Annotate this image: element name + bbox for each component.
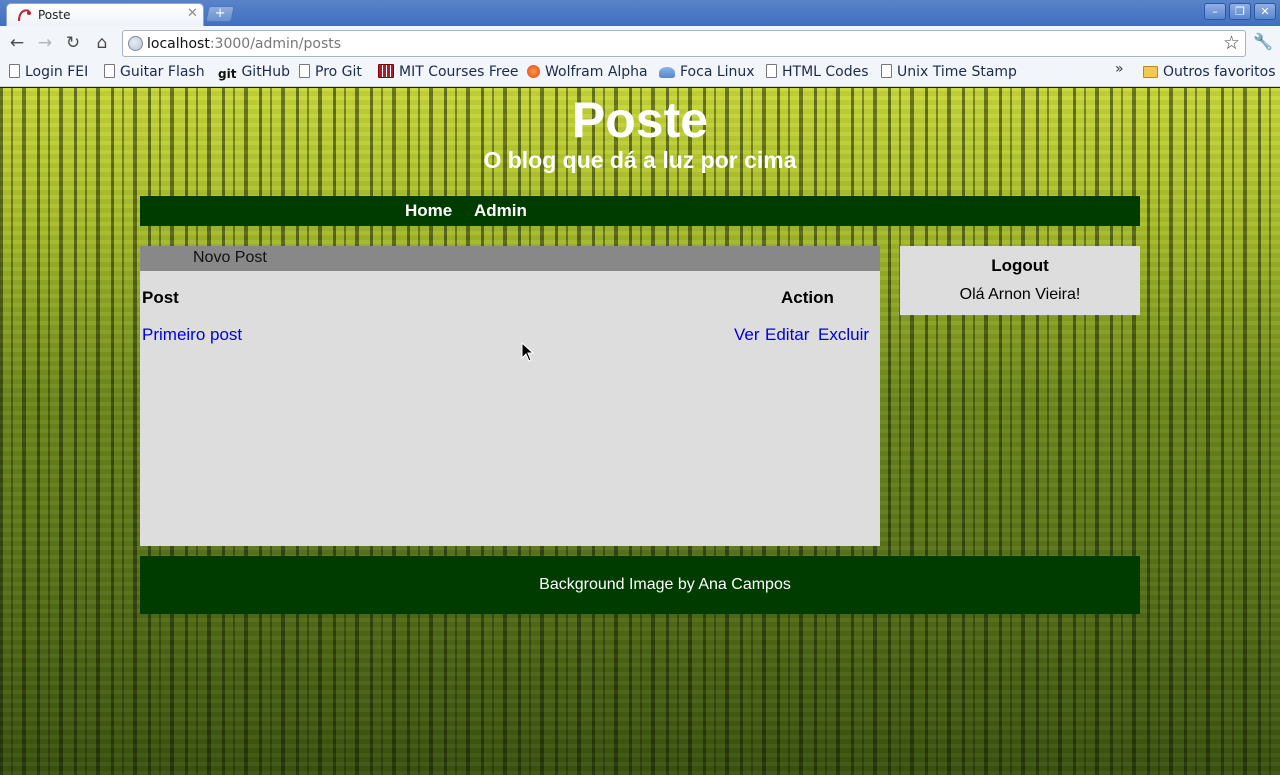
page-viewport: Poste O blog que dá a luz por cima Home … bbox=[0, 88, 1280, 775]
page-icon bbox=[299, 64, 310, 78]
mouse-cursor-icon bbox=[521, 342, 535, 362]
site-subtitle: O blog que dá a luz por cima bbox=[483, 147, 797, 173]
edit-link[interactable]: Editar bbox=[765, 325, 809, 345]
delete-link[interactable]: Excluir bbox=[818, 325, 869, 345]
bookmark-html-codes[interactable]: HTML Codes bbox=[766, 64, 869, 80]
page-icon bbox=[766, 64, 777, 78]
content-toolbar: Novo Post bbox=[140, 246, 880, 271]
nav-home[interactable]: Home bbox=[405, 201, 452, 221]
post-title-link[interactable]: Primeiro post bbox=[142, 325, 242, 345]
reload-icon[interactable]: ↻ bbox=[63, 33, 83, 53]
page-icon bbox=[104, 64, 115, 78]
home-icon[interactable]: ⌂ bbox=[92, 33, 112, 53]
window-titlebar: Poste ✕ + – ❐ ✕ bbox=[0, 0, 1280, 26]
bookmark-guitar-flash[interactable]: Guitar Flash bbox=[104, 64, 205, 80]
url-text[interactable]: localhost:3000/admin/posts bbox=[147, 36, 341, 52]
browser-tab[interactable]: Poste ✕ bbox=[6, 3, 204, 26]
bookmark-login-fei[interactable]: Login FEI bbox=[9, 64, 88, 80]
posts-panel: Novo Post Post Action Primeiro post Ver … bbox=[140, 246, 880, 546]
user-sidebar: Logout Olá Arnon Vieira! bbox=[900, 246, 1140, 315]
bookmark-pro-git[interactable]: Pro Git bbox=[299, 64, 362, 80]
logout-link[interactable]: Logout bbox=[900, 256, 1140, 276]
column-header-post: Post bbox=[142, 288, 179, 307]
bookmark-mit[interactable]: MIT Courses Free bbox=[378, 64, 519, 80]
other-bookmarks[interactable]: Outros favoritos bbox=[1143, 64, 1276, 80]
minimize-button[interactable]: – bbox=[1204, 3, 1226, 20]
globe-icon bbox=[128, 36, 143, 51]
favicon-icon bbox=[18, 9, 31, 22]
folder-icon bbox=[1143, 66, 1158, 78]
column-header-action: Action bbox=[781, 288, 834, 307]
site-title: Poste bbox=[571, 92, 709, 148]
page-icon bbox=[881, 64, 892, 78]
wrench-icon[interactable]: 🔧 bbox=[1253, 32, 1273, 51]
main-nav: Home Admin bbox=[140, 196, 1140, 226]
bookmark-github[interactable]: git GitHub bbox=[218, 64, 290, 81]
plus-icon: + bbox=[214, 6, 226, 21]
bookmark-wolfram[interactable]: Wolfram Alpha bbox=[527, 64, 648, 80]
foca-icon bbox=[659, 67, 675, 78]
browser-toolbar: ← → ↻ ⌂ localhost:3000/admin/posts ☆ 🔧 bbox=[0, 26, 1280, 60]
mit-icon bbox=[378, 64, 394, 78]
new-post-link[interactable]: Novo Post bbox=[193, 249, 267, 267]
new-tab-button[interactable]: + bbox=[205, 6, 235, 22]
git-icon: git bbox=[218, 67, 237, 81]
wolfram-icon bbox=[527, 65, 540, 78]
page-icon bbox=[9, 64, 20, 78]
nav-admin[interactable]: Admin bbox=[474, 201, 527, 221]
bookmarks-bar: Login FEI Guitar Flash git GitHub Pro Git… bbox=[0, 60, 1280, 87]
tab-title: Poste bbox=[38, 8, 71, 22]
footer-credit: Background Image by Ana Campos bbox=[539, 576, 791, 593]
view-link[interactable]: Ver bbox=[734, 325, 760, 345]
more-bookmarks-icon[interactable]: » bbox=[1115, 61, 1124, 77]
star-icon[interactable]: ☆ bbox=[1223, 32, 1240, 54]
bookmark-foca-linux[interactable]: Foca Linux bbox=[659, 64, 755, 80]
forward-icon[interactable]: → bbox=[35, 33, 55, 53]
bookmark-unix-time[interactable]: Unix Time Stamp bbox=[881, 64, 1017, 80]
back-icon[interactable]: ← bbox=[7, 33, 27, 53]
tab-close-icon[interactable]: ✕ bbox=[187, 6, 198, 21]
close-window-button[interactable]: ✕ bbox=[1254, 3, 1276, 20]
restore-button[interactable]: ❐ bbox=[1229, 3, 1251, 20]
address-bar[interactable]: localhost:3000/admin/posts ☆ bbox=[122, 30, 1246, 57]
user-greeting: Olá Arnon Vieira! bbox=[959, 286, 1081, 303]
site-footer: Background Image by Ana Campos bbox=[140, 556, 1140, 614]
